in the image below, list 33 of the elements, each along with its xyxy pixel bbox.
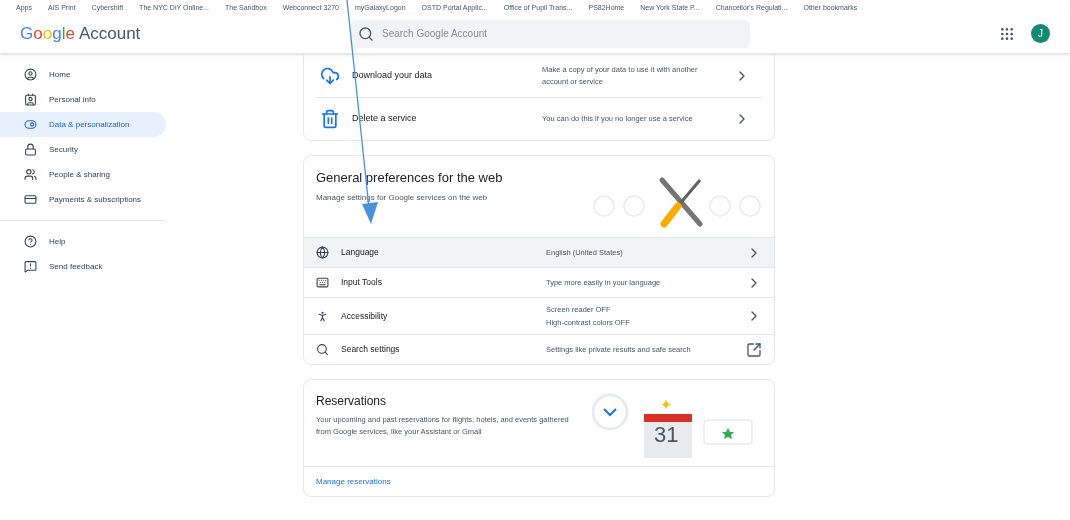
sidebar-item[interactable]: Security — [0, 137, 166, 162]
card-title: General preferences for the web — [316, 169, 504, 187]
sidebar-item-icon — [24, 118, 37, 131]
sidebar-item[interactable]: Send feedback — [0, 254, 166, 279]
apps-grid-icon[interactable] — [999, 25, 1015, 42]
sidebar-item-icon — [24, 93, 37, 106]
manage-reservations-link[interactable]: Manage reservations — [316, 475, 391, 488]
row-icon — [316, 343, 329, 356]
sidebar-item[interactable]: Personal info — [0, 87, 166, 112]
card-title: Reservations — [316, 393, 388, 410]
google-logo: Google — [20, 22, 75, 45]
search-icon — [358, 25, 374, 42]
sidebar-item[interactable]: Help — [0, 229, 166, 254]
sidebar-item-icon — [24, 168, 37, 181]
row-icon — [316, 309, 329, 323]
sidebar-item[interactable]: Payments & subscriptions — [0, 187, 166, 212]
search-field[interactable]: Search Google Account — [350, 19, 750, 48]
sidebar-item-icon — [24, 235, 37, 248]
sidebar-item-icon — [24, 193, 37, 206]
sidebar-item-icon — [24, 68, 37, 81]
calendar-day: 31 — [654, 424, 679, 446]
sidebar-item[interactable]: Data & personalization — [0, 112, 166, 137]
sidebar-item-icon — [24, 143, 37, 156]
row-icon — [316, 276, 329, 289]
cloud-download-icon — [320, 65, 340, 86]
trash-can-icon — [320, 109, 340, 129]
sidebar-item-icon — [24, 260, 37, 273]
sidebar-item[interactable]: Home — [0, 62, 166, 87]
sidebar-item[interactable]: People & sharing — [0, 162, 166, 187]
row-icon — [316, 246, 329, 259]
avatar[interactable]: J — [1031, 24, 1050, 43]
external-link-icon — [746, 341, 762, 358]
app-title: Account — [78, 22, 141, 45]
